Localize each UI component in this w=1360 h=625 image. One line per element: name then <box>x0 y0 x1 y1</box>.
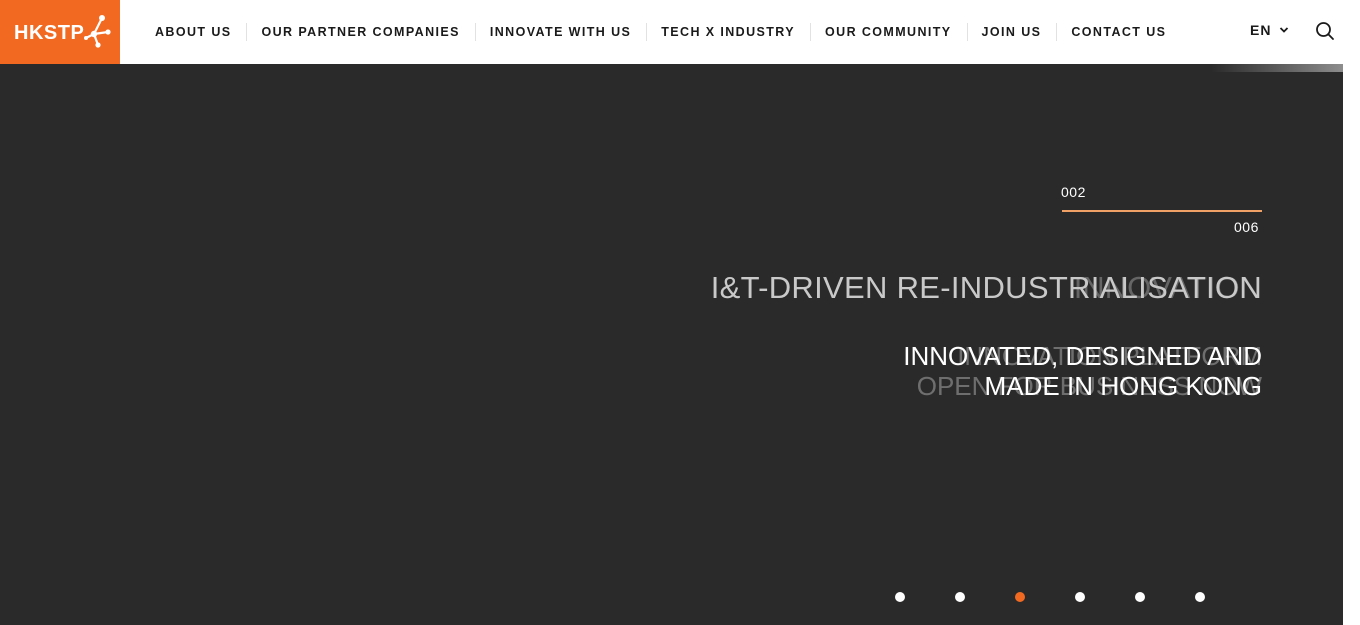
site-header: HKSTP ABOUT US OUR PARTNER COMPANIES INN… <box>0 0 1360 72</box>
slide-dot-2[interactable] <box>955 592 965 602</box>
nav-tech-x-industry[interactable]: TECH X INDUSTRY <box>646 23 810 41</box>
hero-subline-line-2: MADE IN HONG KONG <box>984 371 1262 401</box>
slide-dot-6[interactable] <box>1195 592 1205 602</box>
hero-headline: I&T-DRIVEN RE-INDUSTRIALISATION <box>710 270 1262 305</box>
nav-innovate-with-us[interactable]: INNOVATE WITH US <box>474 23 646 41</box>
nav-join-us[interactable]: JOIN US <box>966 23 1057 41</box>
hero-right-edge <box>1343 64 1360 625</box>
slide-pagination <box>895 592 1205 602</box>
chevron-down-icon <box>1280 27 1289 33</box>
slide-dot-4[interactable] <box>1075 592 1085 602</box>
nav-our-community[interactable]: OUR COMMUNITY <box>810 23 967 41</box>
nav-about-us[interactable]: ABOUT US <box>140 25 246 39</box>
slide-dot-1[interactable] <box>895 592 905 602</box>
logo-text: HKSTP <box>14 22 85 44</box>
nav-contact-us[interactable]: CONTACT US <box>1056 23 1181 41</box>
slide-counter-total: 006 <box>1234 219 1259 235</box>
hkstp-logo[interactable]: HKSTP <box>0 0 120 64</box>
hero-subline: INNOVATED, DESIGNED AND MADE IN HONG KON… <box>903 341 1262 401</box>
hero-top-shadow <box>120 64 1360 72</box>
language-selector[interactable]: EN <box>1250 22 1289 38</box>
language-label: EN <box>1250 22 1272 38</box>
nav-our-partner-companies[interactable]: OUR PARTNER COMPANIES <box>246 23 474 41</box>
slide-dot-5[interactable] <box>1135 592 1145 602</box>
search-icon[interactable] <box>1314 20 1336 42</box>
slide-progress-line <box>1062 210 1262 212</box>
slide-dot-3[interactable] <box>1015 592 1025 602</box>
main-nav: ABOUT US OUR PARTNER COMPANIES INNOVATE … <box>140 0 1181 64</box>
hero-subline-line-1: INNOVATED, DESIGNED AND <box>903 341 1262 371</box>
slide-counter-current: 002 <box>1061 184 1086 200</box>
network-node-icon <box>84 15 111 48</box>
